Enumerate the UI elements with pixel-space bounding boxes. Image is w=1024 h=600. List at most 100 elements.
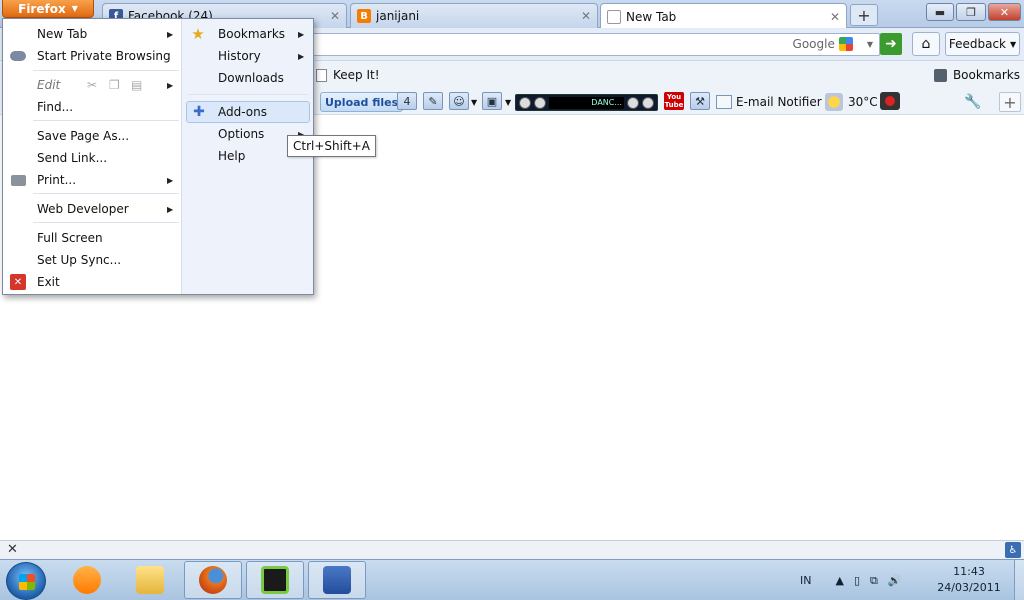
menu-item-add-ons[interactable]: ✚ Add-ons <box>186 101 310 123</box>
media-player[interactable]: DANC... <box>515 94 658 111</box>
copy-icon[interactable]: ❐ <box>109 78 120 92</box>
explorer-task[interactable] <box>121 561 179 599</box>
menu-item-save-page[interactable]: Save Page As... <box>3 125 181 147</box>
network-icon[interactable]: ⧉ <box>870 574 878 588</box>
menu-separator <box>33 222 179 223</box>
restore-button[interactable]: ❐ <box>956 3 986 21</box>
url-bar[interactable]: Google ▼ <box>300 33 880 56</box>
record-icon <box>885 96 895 106</box>
firefox-task[interactable] <box>184 561 242 599</box>
chevron-right-icon: ▶ <box>167 204 174 214</box>
plus-icon: + <box>1003 92 1017 112</box>
menu-item-label: Save Page As... <box>37 129 130 143</box>
feedback-button[interactable]: Feedback ▼ <box>945 32 1020 56</box>
menu-separator <box>33 70 179 71</box>
menu-item-find[interactable]: Find... <box>3 96 181 118</box>
firefox-icon <box>199 566 227 594</box>
menu-item-label: Print... <box>37 173 77 187</box>
addon-bar: ✕ ♿ <box>0 540 1024 559</box>
screen-capture-icon[interactable]: ▣ <box>482 92 502 110</box>
menu-item-label: New Tab <box>37 27 88 41</box>
menu-item-full-screen[interactable]: Full Screen <box>3 227 181 249</box>
minimize-button[interactable]: ▬ <box>926 3 954 21</box>
start-button[interactable] <box>6 562 46 600</box>
menu-item-downloads[interactable]: Downloads <box>184 67 310 89</box>
menu-icon[interactable] <box>642 96 654 109</box>
close-icon[interactable]: ✕ <box>7 542 18 557</box>
menu-item-label: Find... <box>37 100 74 114</box>
firefox-menu-button[interactable]: Firefox ▼ <box>2 0 94 18</box>
menu-item-set-up-sync[interactable]: Set Up Sync... <box>3 249 181 271</box>
menu-item-web-developer[interactable]: Web Developer ▶ <box>3 198 181 220</box>
tools-icon[interactable]: ⚒ <box>690 92 710 110</box>
go-button[interactable]: ➜ <box>880 33 902 55</box>
tab-new-tab[interactable]: New Tab ✕ <box>600 3 847 29</box>
email-notifier-button[interactable]: E-mail Notifier ▼ <box>716 92 831 112</box>
bookmarks-menu-button[interactable]: Bookmarks <box>933 68 1020 82</box>
bookmark-keep-it[interactable]: Keep It! <box>316 68 380 82</box>
chevron-down-icon[interactable]: ▼ <box>505 92 511 112</box>
menu-left-column: New Tab ▶ Start Private Browsing Edit ✂ … <box>3 19 181 294</box>
puzzle-icon: ✚ <box>193 104 205 120</box>
new-tab-button[interactable]: + <box>850 4 878 26</box>
stop-icon[interactable] <box>519 96 531 109</box>
accessibility-icon[interactable]: ♿ <box>1005 542 1021 558</box>
volume-icon[interactable]: 🔊 <box>888 574 902 587</box>
weather-widget[interactable]: 30°C <box>825 92 878 112</box>
player-display: DANC... <box>549 96 624 109</box>
menu-item-exit[interactable]: ✕ Exit <box>3 271 181 293</box>
battery-icon[interactable]: ▯ <box>854 574 860 587</box>
menu-item-private-browsing[interactable]: Start Private Browsing <box>3 45 181 67</box>
system-tray: IN ▲ ▯ ⧉ 🔊 <box>800 560 902 600</box>
play-icon[interactable] <box>534 96 546 109</box>
cut-icon[interactable]: ✂ <box>87 78 97 92</box>
image-tool-icon[interactable]: ✎ <box>423 92 443 110</box>
word-icon <box>323 566 351 594</box>
close-tab-icon[interactable]: ✕ <box>330 9 340 23</box>
app-task[interactable] <box>246 561 304 599</box>
chevron-down-icon[interactable]: ▼ <box>471 92 477 112</box>
volume-icon[interactable] <box>627 96 639 109</box>
number-four-icon[interactable]: 4 <box>397 92 417 110</box>
wrench-icon[interactable]: 🔧 <box>964 92 981 112</box>
paste-icon[interactable]: ▤ <box>131 78 142 92</box>
media-player-task[interactable] <box>58 561 116 599</box>
clock[interactable]: 11:43 24/03/2011 <box>928 564 1010 596</box>
search-engine-selector[interactable]: Google ▼ <box>793 37 873 51</box>
menu-item-history[interactable]: History ▶ <box>184 45 310 67</box>
chevron-right-icon: ▶ <box>298 51 305 61</box>
menu-item-send-link[interactable]: Send Link... <box>3 147 181 169</box>
add-button[interactable]: + <box>999 92 1021 112</box>
mask-icon <box>10 48 26 64</box>
folder-icon <box>136 566 164 594</box>
record-button[interactable] <box>880 92 900 110</box>
chevron-up-icon[interactable]: ▲ <box>835 574 843 587</box>
menu-item-label: Add-ons <box>218 105 267 119</box>
page-icon <box>316 68 327 82</box>
close-tab-icon[interactable]: ✕ <box>581 9 591 23</box>
menu-item-edit[interactable]: Edit ✂ ❐ ▤ ▶ <box>3 74 181 96</box>
menu-item-bookmarks[interactable]: ★ Bookmarks ▶ <box>184 23 310 45</box>
bookmark-label: Keep It! <box>333 68 380 82</box>
word-task[interactable] <box>308 561 366 599</box>
upload-files-button[interactable]: Upload files <box>320 92 404 112</box>
clock-date: 24/03/2011 <box>937 581 1001 594</box>
menu-item-label: Options <box>218 127 265 141</box>
menu-item-new-tab[interactable]: New Tab ▶ <box>3 23 181 45</box>
close-tab-icon[interactable]: ✕ <box>830 10 840 24</box>
windows-taskbar: IN ▲ ▯ ⧉ 🔊 11:43 24/03/2011 <box>0 559 1024 600</box>
menu-item-print[interactable]: Print... ▶ <box>3 169 181 191</box>
minimize-icon: ▬ <box>934 5 946 19</box>
close-window-button[interactable]: ✕ <box>988 3 1021 21</box>
language-indicator[interactable]: IN <box>800 574 811 587</box>
envelope-icon <box>716 95 732 109</box>
search-engine-label: Google <box>792 37 835 51</box>
show-desktop-button[interactable] <box>1014 560 1024 600</box>
menu-item-label: Web Developer <box>37 202 129 216</box>
youtube-icon[interactable]: You Tube <box>664 92 684 110</box>
chevron-down-icon: ▼ <box>866 39 873 49</box>
people-icon[interactable]: ☺ <box>449 92 469 110</box>
email-notifier-label: E-mail Notifier <box>736 95 822 109</box>
tab-janijani[interactable]: B janijani ✕ <box>350 3 598 28</box>
home-button[interactable]: ⌂ <box>912 32 940 56</box>
